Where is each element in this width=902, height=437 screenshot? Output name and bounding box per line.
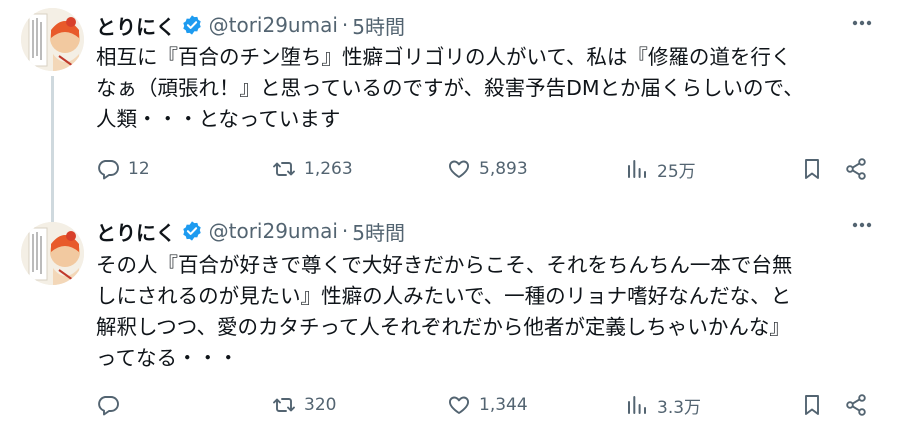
like-icon — [449, 396, 469, 414]
tweet-actions: 320 1,344 3.3万 — [96, 390, 876, 420]
more-icon[interactable] — [847, 218, 877, 232]
tweet[interactable]: とりにく @tori29umai · 5時間 その人『百合が好きで尊くで大好きだ… — [0, 0, 902, 418]
avatar[interactable] — [21, 222, 84, 285]
retweet-button[interactable]: 320 — [272, 390, 336, 420]
author-handle[interactable]: @tori29umai — [209, 219, 338, 243]
like-count: 1,344 — [479, 395, 528, 415]
tweet-header: とりにく @tori29umai · 5時間 — [96, 216, 405, 246]
reply-button[interactable] — [96, 390, 128, 420]
bookmark-button[interactable] — [800, 390, 824, 420]
share-icon — [846, 394, 866, 416]
retweet-count: 320 — [304, 395, 337, 415]
separator-dot: · — [341, 219, 349, 243]
views-count: 3.3万 — [657, 397, 702, 418]
bookmark-icon — [805, 395, 819, 415]
avatar-illustration-icon — [21, 222, 84, 285]
views-button[interactable]: 3.3万 — [625, 390, 701, 420]
share-button[interactable] — [844, 390, 868, 420]
views-icon — [628, 396, 646, 414]
retweet-icon — [273, 398, 295, 412]
timestamp[interactable]: 5時間 — [352, 217, 405, 246]
reply-icon — [98, 396, 119, 416]
tweet-text: その人『百合が好きで尊くで大好きだからこそ、それをちんちん一本で台無 しにされる… — [96, 253, 793, 370]
author-name[interactable]: とりにく — [96, 217, 176, 246]
like-button[interactable]: 1,344 — [447, 390, 528, 420]
verified-badge-icon — [182, 221, 201, 241]
